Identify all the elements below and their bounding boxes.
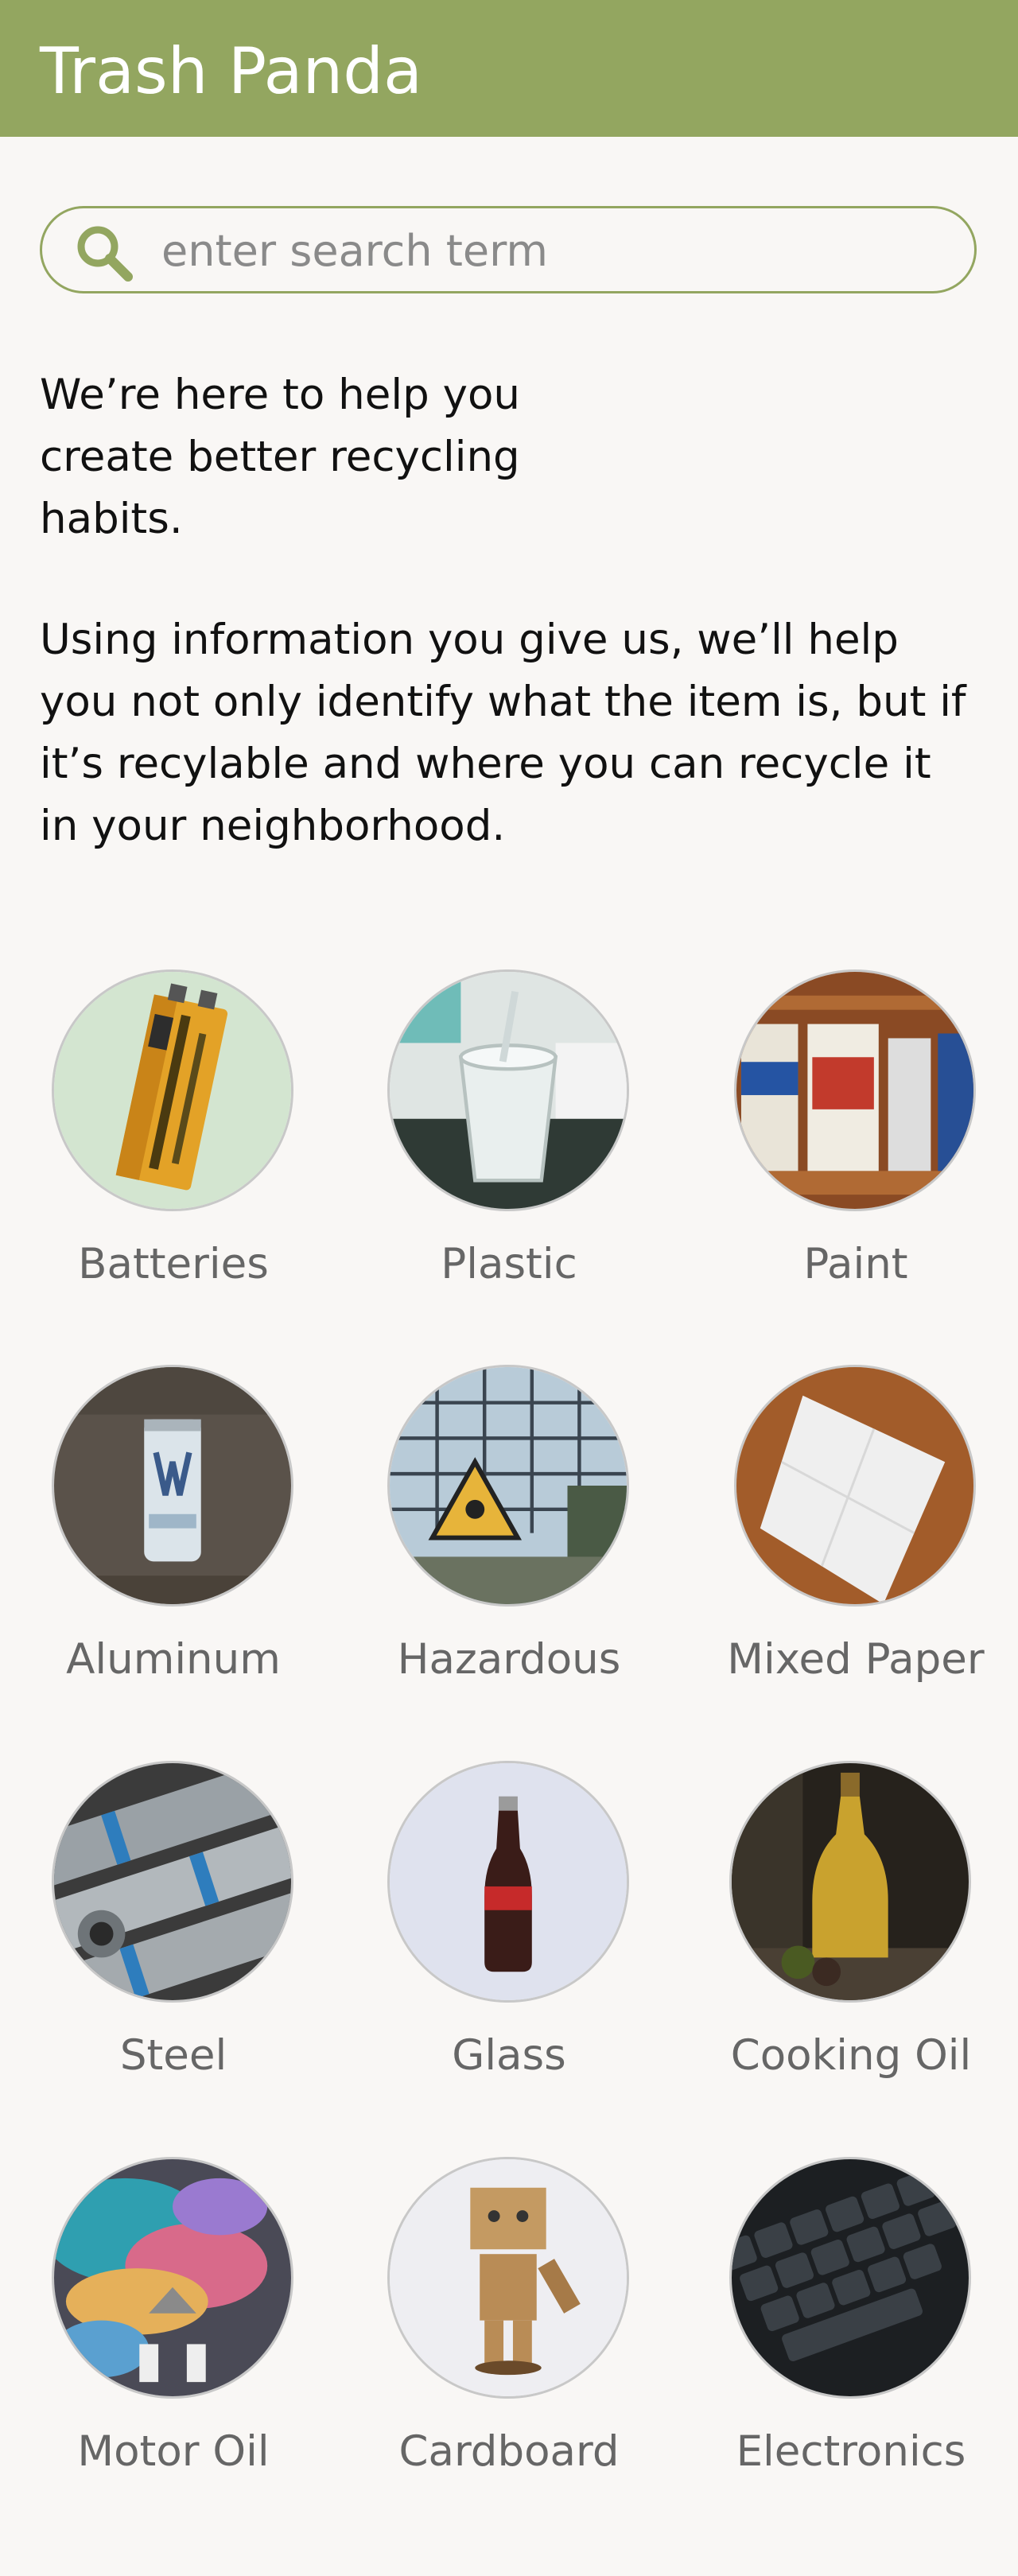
category-hazardous[interactable]: Hazardous xyxy=(336,1365,682,1707)
category-label: Aluminum xyxy=(66,1635,281,1684)
plastic-cup-image xyxy=(387,969,629,1211)
paint-cans-image xyxy=(734,969,976,1211)
app-title: Trash Panda xyxy=(40,34,423,108)
category-paint[interactable]: Paint xyxy=(682,969,1018,1311)
oil-slick-image xyxy=(52,2157,293,2399)
category-cardboard[interactable]: Cardboard xyxy=(336,2157,682,2499)
category-label: Cardboard xyxy=(398,2427,620,2476)
category-label: Electronics xyxy=(736,2427,966,2476)
category-steel[interactable]: Steel xyxy=(0,1761,347,2103)
category-glass[interactable]: Glass xyxy=(336,1761,682,2103)
category-mixed-paper[interactable]: Mixed Paper xyxy=(682,1365,1018,1707)
description-text: Using information you give us, we’ll hel… xyxy=(40,616,966,850)
category-label: Hazardous xyxy=(397,1635,621,1684)
search-bar[interactable] xyxy=(40,206,977,293)
category-cooking-oil[interactable]: Cooking Oil xyxy=(678,1761,1018,2103)
category-label: Batteries xyxy=(78,1240,269,1288)
cardboard-robot-image xyxy=(387,2157,629,2399)
search-icon[interactable] xyxy=(72,221,136,285)
hazard-sign-image xyxy=(387,1365,629,1607)
aluminum-can-image xyxy=(52,1365,293,1607)
keyboard-image xyxy=(729,2157,971,2399)
category-label: Paint xyxy=(803,1240,908,1288)
steel-coils-image xyxy=(52,1761,293,2003)
category-plastic[interactable]: Plastic xyxy=(336,969,682,1311)
battery-image xyxy=(52,969,293,1211)
intro-text: We’re here to help you create better rec… xyxy=(40,371,520,543)
paper-sheet-image xyxy=(734,1365,976,1607)
search-input[interactable] xyxy=(161,218,941,283)
category-batteries[interactable]: Batteries xyxy=(0,969,347,1311)
app-header: Trash Panda xyxy=(0,0,1018,137)
oil-bottle-image xyxy=(729,1761,971,2003)
category-label: Steel xyxy=(119,2031,227,2080)
category-label: Cooking Oil xyxy=(730,2031,972,2080)
category-label: Motor Oil xyxy=(77,2427,270,2476)
category-aluminum[interactable]: Aluminum xyxy=(0,1365,347,1707)
category-label: Glass xyxy=(452,2031,566,2080)
glass-bottle-image xyxy=(387,1761,629,2003)
category-label: Mixed Paper xyxy=(727,1635,985,1684)
category-label: Plastic xyxy=(441,1240,577,1288)
category-motor-oil[interactable]: Motor Oil xyxy=(0,2157,347,2499)
category-electronics[interactable]: Electronics xyxy=(678,2157,1018,2499)
